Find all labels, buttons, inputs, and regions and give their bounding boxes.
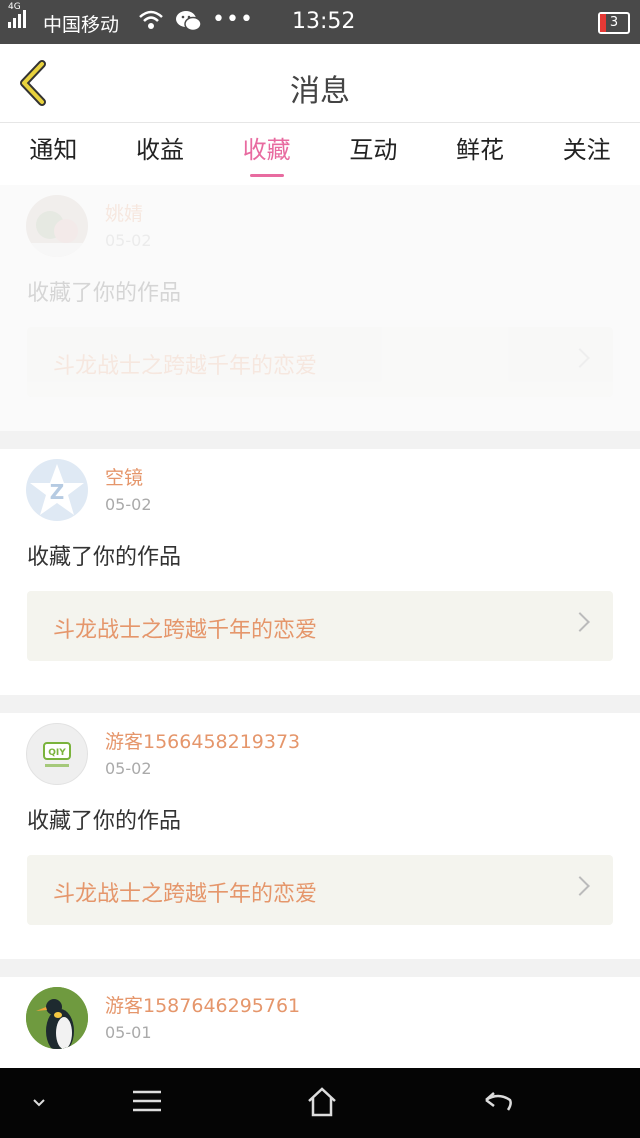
list-item: 游客1587646295761 05-01 (0, 977, 640, 1077)
chevron-right-icon (570, 876, 590, 896)
user-name[interactable]: 姚婧 (105, 199, 143, 226)
work-title: 斗龙战士之跨越千年的恋爱 (53, 882, 318, 907)
user-name[interactable]: 游客1587646295761 (105, 991, 300, 1018)
carrier-name: 中国移动 (43, 14, 120, 36)
signal-icon: 4G (8, 2, 26, 28)
tab-notifications[interactable]: 通知 (0, 123, 107, 185)
list-item: Z 空镜 05-02 收藏了你的作品 斗龙战士之跨越千年的恋爱 (0, 449, 640, 695)
avatar[interactable]: Z (26, 459, 88, 521)
tab-earnings[interactable]: 收益 (107, 123, 214, 185)
user-name[interactable]: 空镜 (105, 463, 143, 490)
avatar[interactable] (26, 987, 88, 1049)
more-notifications-icon: ••• (212, 7, 254, 32)
tab-follows[interactable]: 关注 (533, 123, 640, 185)
message-date: 05-01 (105, 1023, 152, 1042)
chevron-right-icon (570, 612, 590, 632)
message-text: 收藏了你的作品 (27, 545, 182, 570)
work-link[interactable]: 斗龙战士之跨越千年的恋爱 (27, 591, 613, 661)
avatar[interactable] (26, 195, 88, 257)
menu-icon[interactable] (131, 1086, 163, 1120)
message-date: 05-02 (105, 231, 152, 250)
back-arrow-icon[interactable] (482, 1086, 514, 1120)
list-item: 姚婧 05-02 收藏了你的作品 斗龙战士之跨越千年的恋爱 (0, 185, 640, 431)
user-name[interactable]: 游客1566458219373 (105, 727, 300, 754)
tab-interactions[interactable]: 互动 (320, 123, 427, 185)
status-bar: 4G 中国移动 ••• 13:52 3 (0, 0, 640, 44)
svg-text:Z: Z (50, 480, 65, 504)
chevron-right-icon (570, 348, 590, 368)
battery-icon: 3 (598, 12, 630, 34)
work-link[interactable]: 斗龙战士之跨越千年的恋爱 (27, 327, 613, 397)
message-date: 05-02 (105, 495, 152, 514)
network-type: 4G (8, 2, 21, 12)
tab-bar: 通知 收益 收藏 互动 鲜花 关注 (0, 123, 640, 185)
list-item: QIY 游客1566458219373 05-02 收藏了你的作品 斗龙战士之跨… (0, 713, 640, 959)
battery-level: 3 (609, 15, 619, 30)
title-bar: 消息 (0, 44, 640, 123)
message-text: 收藏了你的作品 (27, 281, 182, 306)
clock: 13:52 (292, 9, 356, 34)
wechat-icon (175, 9, 203, 37)
avatar[interactable]: QIY (26, 723, 88, 785)
chevron-down-icon[interactable] (30, 1094, 48, 1113)
home-icon[interactable] (306, 1086, 338, 1122)
message-text: 收藏了你的作品 (27, 809, 182, 834)
wifi-icon (138, 9, 164, 35)
work-link[interactable]: 斗龙战士之跨越千年的恋爱 (27, 855, 613, 925)
page-title: 消息 (290, 74, 350, 109)
work-title: 斗龙战士之跨越千年的恋爱 (53, 354, 318, 379)
tab-favorites[interactable]: 收藏 (213, 123, 320, 185)
tab-flowers[interactable]: 鲜花 (427, 123, 534, 185)
message-date: 05-02 (105, 759, 152, 778)
iqiyi-logo-text: QIY (48, 748, 66, 758)
work-title: 斗龙战士之跨越千年的恋爱 (53, 618, 318, 643)
system-nav-bar (0, 1068, 640, 1138)
